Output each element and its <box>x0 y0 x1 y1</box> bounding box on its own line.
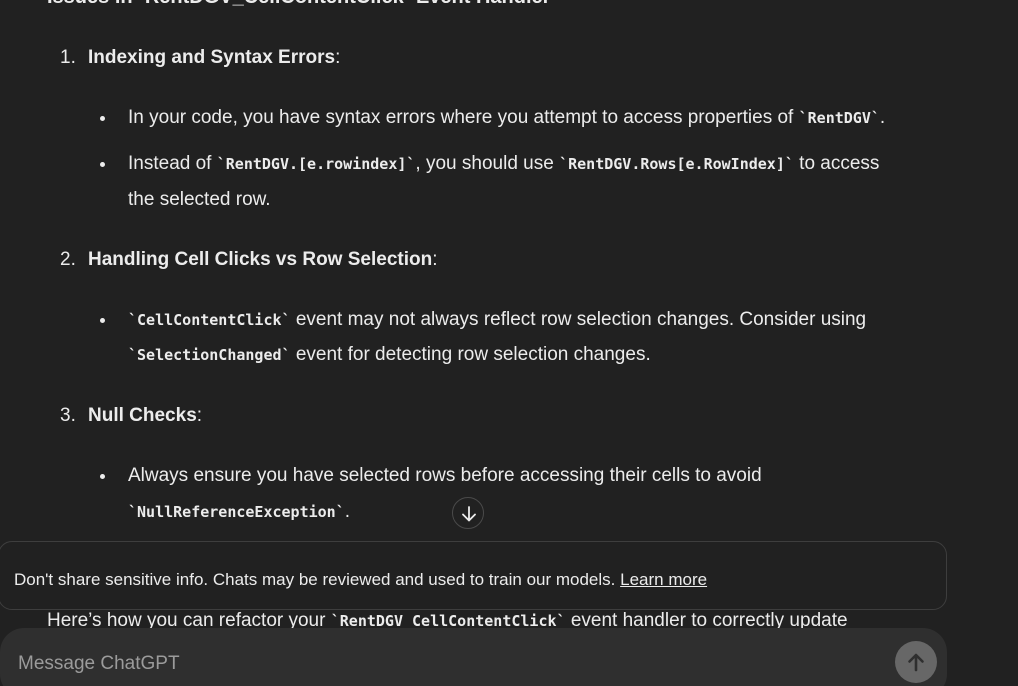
arrow-up-icon <box>908 653 924 672</box>
list-item-title: Null Checks <box>88 405 197 426</box>
list-item-title: Handling Cell Clicks vs Row Selection <box>88 249 433 270</box>
list-item-3: 3. Null Checks: <box>60 405 203 426</box>
bullet-text-cont: `NullReferenceException`. <box>128 501 351 522</box>
privacy-notice: Don't share sensitive info. Chats may be… <box>0 541 947 610</box>
list-item-1: 1. Indexing and Syntax Errors: <box>60 47 341 68</box>
learn-more-link[interactable]: Learn more <box>620 570 707 589</box>
bullet <box>100 116 105 121</box>
list-item-2: 2. Handling Cell Clicks vs Row Selection: <box>60 249 438 270</box>
bullet <box>100 318 105 323</box>
bullet-text-cont: `SelectionChanged` event for detecting r… <box>128 344 651 365</box>
bullet-text-cont: the selected row. <box>128 189 271 210</box>
section-heading: Issues in `RentDGV_CellContentClick` Eve… <box>47 0 550 9</box>
bullet-text: `CellContentClick` event may not always … <box>128 309 867 330</box>
message-input[interactable] <box>16 650 860 678</box>
inline-code: `RentDGV.[e.rowindex]` <box>216 155 416 173</box>
inline-code: `RentDGV` <box>798 109 880 127</box>
notice-text: Don't share sensitive info. Chats may be… <box>14 570 616 589</box>
inline-code: `NullReferenceException` <box>128 503 345 521</box>
list-item-title: Indexing and Syntax Errors <box>88 47 336 68</box>
bullet-text: Always ensure you have selected rows bef… <box>128 465 762 486</box>
inline-code: `SelectionChanged` <box>128 346 291 364</box>
arrow-down-icon <box>462 506 476 522</box>
bullet-text: Instead of `RentDGV.[e.rowindex]`, you s… <box>128 153 880 174</box>
bullet-text: In your code, you have syntax errors whe… <box>128 107 886 128</box>
message-composer <box>0 628 947 686</box>
bullet <box>100 474 105 479</box>
inline-code: `RentDGV.Rows[e.RowIndex]` <box>559 155 794 173</box>
bullet <box>100 162 105 167</box>
chat-page: Issues in `RentDGV_CellContentClick` Eve… <box>0 0 1018 686</box>
inline-code: `CellContentClick` <box>128 311 291 329</box>
send-button[interactable] <box>895 641 937 683</box>
scroll-to-bottom-button[interactable] <box>452 497 484 529</box>
